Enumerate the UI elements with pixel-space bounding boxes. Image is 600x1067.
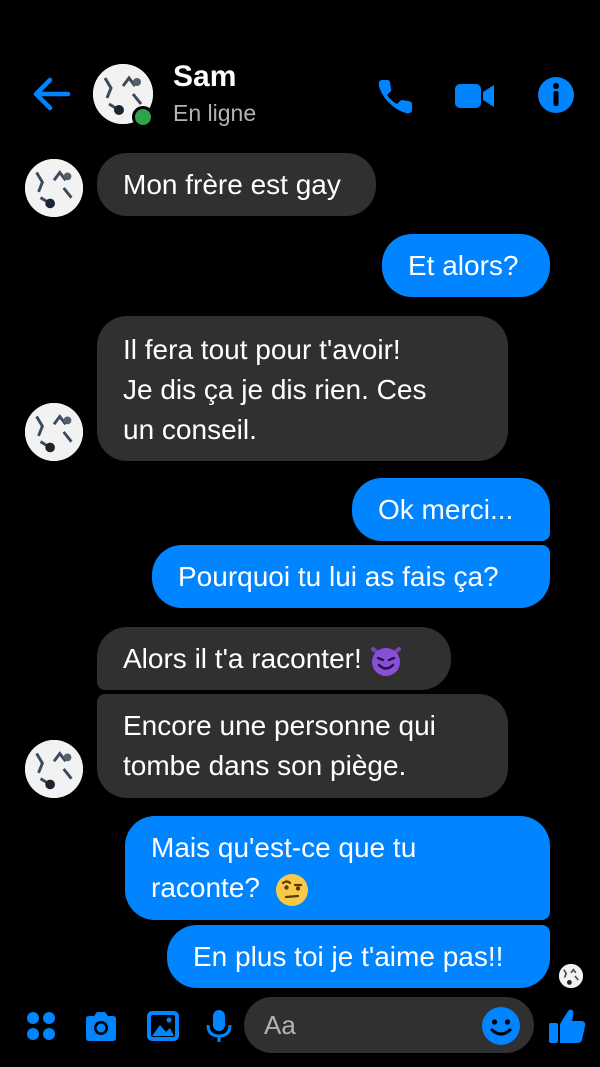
message-text: un conseil. — [123, 414, 257, 445]
conversation-header: Sam En ligne — [0, 0, 600, 140]
back-arrow-icon[interactable] — [30, 74, 74, 114]
message-text: Mais qu'est-ce que tu — [151, 832, 417, 863]
contact-name[interactable]: Sam — [173, 60, 236, 94]
video-camera-icon[interactable] — [452, 74, 496, 118]
message-text: Et alors? — [408, 249, 519, 281]
message-text: raconte? — [151, 872, 260, 903]
message-bubble-outgoing[interactable]: Et alors? — [382, 234, 550, 297]
info-icon[interactable] — [536, 74, 580, 118]
message-text: Encore une personne qui — [123, 710, 436, 741]
message-bubble-incoming[interactable]: Alors il t'a raconter! — [97, 627, 451, 690]
raised-eyebrow-emoji-icon — [274, 872, 310, 908]
contact-avatar — [25, 159, 83, 217]
apps-grid-icon[interactable] — [23, 1007, 61, 1045]
message-line: raconte? — [151, 868, 524, 908]
message-bubble-outgoing[interactable]: Mais qu'est-ce que tu raconte? — [125, 816, 550, 920]
message-text: Mon frère est gay — [123, 168, 341, 200]
seen-receipt-avatar — [559, 964, 583, 988]
contact-avatar — [25, 403, 83, 461]
message-bubble-outgoing[interactable]: Pourquoi tu lui as fais ça? — [152, 545, 550, 608]
contact-status: En ligne — [173, 100, 257, 126]
message-text: Alors il t'a raconter! — [123, 642, 362, 674]
message-text: Il fera tout pour t'avoir! — [123, 334, 401, 365]
emoji-icon[interactable] — [480, 1005, 522, 1047]
online-status-dot — [132, 106, 154, 128]
message-bubble-incoming[interactable]: Encore une personne qui tombe dans son p… — [97, 694, 508, 798]
image-icon[interactable] — [144, 1007, 182, 1045]
message-composer: Aa — [0, 995, 600, 1067]
message-bubble-incoming[interactable]: Il fera tout pour t'avoir! Je dis ça je … — [97, 316, 508, 461]
contact-avatar — [25, 740, 83, 798]
smiling-devil-emoji-icon — [368, 641, 404, 677]
message-text: Pourquoi tu lui as fais ça? — [178, 560, 499, 592]
microphone-icon[interactable] — [200, 1007, 238, 1045]
message-input[interactable]: Aa — [244, 997, 534, 1053]
phone-icon[interactable] — [374, 74, 418, 118]
message-text: tombe dans son piège. — [123, 750, 407, 781]
message-bubble-incoming[interactable]: Mon frère est gay — [97, 153, 376, 216]
message-input-placeholder: Aa — [264, 1010, 296, 1040]
message-bubble-outgoing[interactable]: Ok merci... — [352, 478, 550, 541]
message-text: Ok merci... — [378, 493, 514, 525]
thumbs-up-icon[interactable] — [546, 1005, 588, 1047]
camera-icon[interactable] — [82, 1007, 120, 1045]
message-bubble-outgoing[interactable]: En plus toi je t'aime pas!! — [167, 925, 550, 988]
message-text: En plus toi je t'aime pas!! — [193, 940, 504, 972]
message-text: Je dis ça je dis rien. Ces — [123, 374, 427, 405]
